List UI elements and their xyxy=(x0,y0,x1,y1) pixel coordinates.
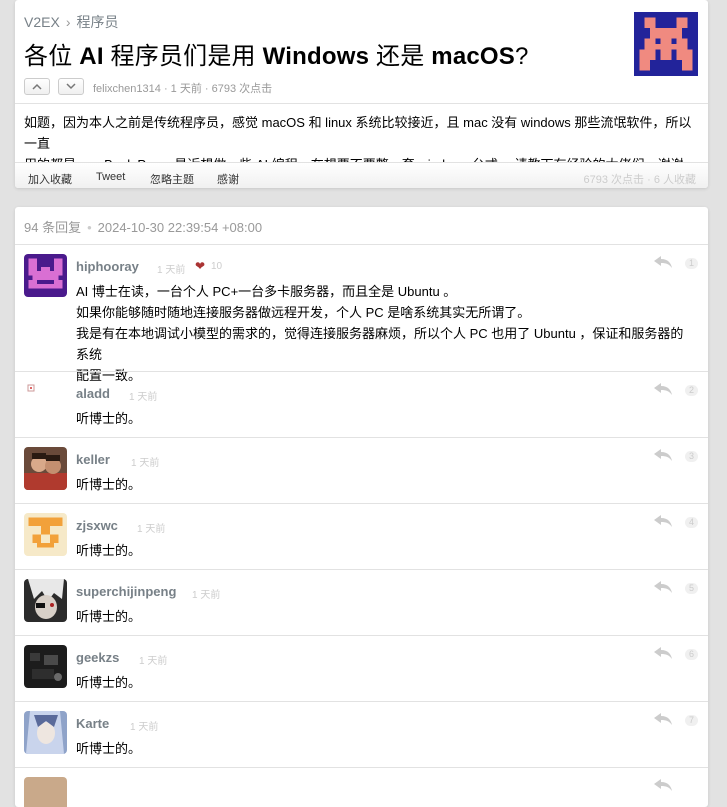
reply-item: aladd 1 天前 听博士的。 2 xyxy=(15,371,708,438)
reply-item: zjsxwc 1 天前 听博士的。 4 xyxy=(15,503,708,570)
reply-arrow-icon[interactable] xyxy=(653,580,673,594)
user-avatar[interactable] xyxy=(24,777,67,807)
reply-content: 听博士的。 xyxy=(76,543,142,558)
chevron-down-icon xyxy=(66,83,76,90)
reply-item: Karte 1 天前 听博士的。 7 xyxy=(15,701,708,768)
reply-arrow-icon[interactable] xyxy=(653,646,673,660)
breadcrumb-node-link[interactable]: 程序员 xyxy=(76,14,118,30)
reply-username[interactable]: Karte xyxy=(76,716,109,731)
broken-image-icon xyxy=(27,384,35,392)
reply-content: 听博士的。 xyxy=(76,609,142,624)
reply-content: 听博士的。 xyxy=(76,675,142,690)
heart-icon: ❤ xyxy=(195,259,206,273)
user-avatar[interactable] xyxy=(24,254,67,297)
breadcrumb-site-link[interactable]: V2EX xyxy=(24,14,60,30)
user-avatar[interactable] xyxy=(24,513,67,556)
reply-likes: 10 xyxy=(211,261,223,272)
reply-item: keller 1 天前 听博士的。 3 xyxy=(15,437,708,504)
tweet-link[interactable]: Tweet xyxy=(96,171,125,183)
user-avatar[interactable] xyxy=(24,579,67,622)
chevron-up-icon xyxy=(32,83,42,90)
reply-time: 1 天前 xyxy=(130,722,159,733)
reply-time: 1 天前 xyxy=(137,524,166,535)
reply-arrow-icon[interactable] xyxy=(653,514,673,528)
downvote-button[interactable] xyxy=(58,78,84,95)
floor-number: 5 xyxy=(685,583,698,594)
topic-box: V2EX › 程序员 各位 AI 程序员们是用 Windows 还是 macOS? … xyxy=(15,0,708,188)
reply-time: 1 天前 xyxy=(192,590,221,601)
breadcrumb: V2EX › 程序员 xyxy=(24,12,118,32)
ignore-topic-link[interactable]: 忽略主题 xyxy=(150,171,194,187)
floor-number: 2 xyxy=(685,385,698,396)
reply-arrow-icon[interactable] xyxy=(653,382,673,396)
reply-username[interactable]: aladd xyxy=(76,386,110,401)
reply-item xyxy=(15,767,708,807)
reply-username[interactable]: geekzs xyxy=(76,650,119,665)
reply-username[interactable]: hiphooray xyxy=(76,259,139,274)
reply-content: 听博士的。 xyxy=(76,477,142,492)
reply-time: 1 天前 xyxy=(157,265,186,276)
reply-username[interactable]: superchijinpeng xyxy=(76,584,176,599)
reply-count: 94 条回复 xyxy=(24,220,82,235)
last-reply-date: 2024-10-30 22:39:54 +08:00 xyxy=(97,220,263,235)
reply-username[interactable]: zjsxwc xyxy=(76,518,118,533)
topic-title: 各位 AI 程序员们是用 Windows 还是 macOS? xyxy=(24,43,529,70)
user-avatar[interactable] xyxy=(24,447,67,490)
topic-stats: 6793 次点击 · 6 人收藏 xyxy=(583,174,696,186)
reply-username[interactable]: keller xyxy=(76,452,110,467)
author-avatar[interactable] xyxy=(633,12,699,76)
floor-number: 4 xyxy=(685,517,698,528)
breadcrumb-separator: › xyxy=(65,14,71,30)
upvote-button[interactable] xyxy=(24,78,50,95)
vote-controls xyxy=(24,78,84,95)
floor-number: 3 xyxy=(685,451,698,462)
floor-number: 7 xyxy=(685,715,698,726)
reply-item: superchijinpeng 1 天前 听博士的。 5 xyxy=(15,569,708,636)
user-avatar[interactable] xyxy=(24,645,67,688)
reply-arrow-icon[interactable] xyxy=(653,255,673,269)
replies-box: 94 条回复 • 2024-10-30 22:39:54 +08:00 hiphoo… xyxy=(15,207,708,807)
reply-item: geekzs 1 天前 听博士的。 6 xyxy=(15,635,708,702)
thank-link[interactable]: 感谢 xyxy=(217,171,239,187)
topic-meta: felixchen1314 · 1 天前 · 6793 次点击 xyxy=(93,83,273,95)
user-avatar[interactable] xyxy=(24,711,67,754)
reply-content: 听博士的。 xyxy=(76,411,142,426)
user-avatar[interactable] xyxy=(24,381,67,424)
header-separator: • xyxy=(87,220,92,235)
reply-item: hiphooray 1 天前 ❤ 10 AI 博士在读，一台个人 PC+一台多卡… xyxy=(15,244,708,383)
floor-number: 6 xyxy=(685,649,698,660)
reply-arrow-icon[interactable] xyxy=(653,778,673,792)
reply-content: 听博士的。 xyxy=(76,741,142,756)
reply-arrow-icon[interactable] xyxy=(653,712,673,726)
reply-time: 1 天前 xyxy=(131,458,160,469)
topic-actions-bar: 加入收藏 Tweet 忽略主题 感谢 6793 次点击 · 6 人收藏 xyxy=(15,162,708,188)
replies-header: 94 条回复 • 2024-10-30 22:39:54 +08:00 xyxy=(24,217,262,236)
favorite-link[interactable]: 加入收藏 xyxy=(28,171,72,187)
reply-time: 1 天前 xyxy=(139,656,168,667)
divider xyxy=(15,103,708,104)
floor-number: 1 xyxy=(685,258,698,269)
reply-arrow-icon[interactable] xyxy=(653,448,673,462)
reply-time: 1 天前 xyxy=(129,392,158,403)
